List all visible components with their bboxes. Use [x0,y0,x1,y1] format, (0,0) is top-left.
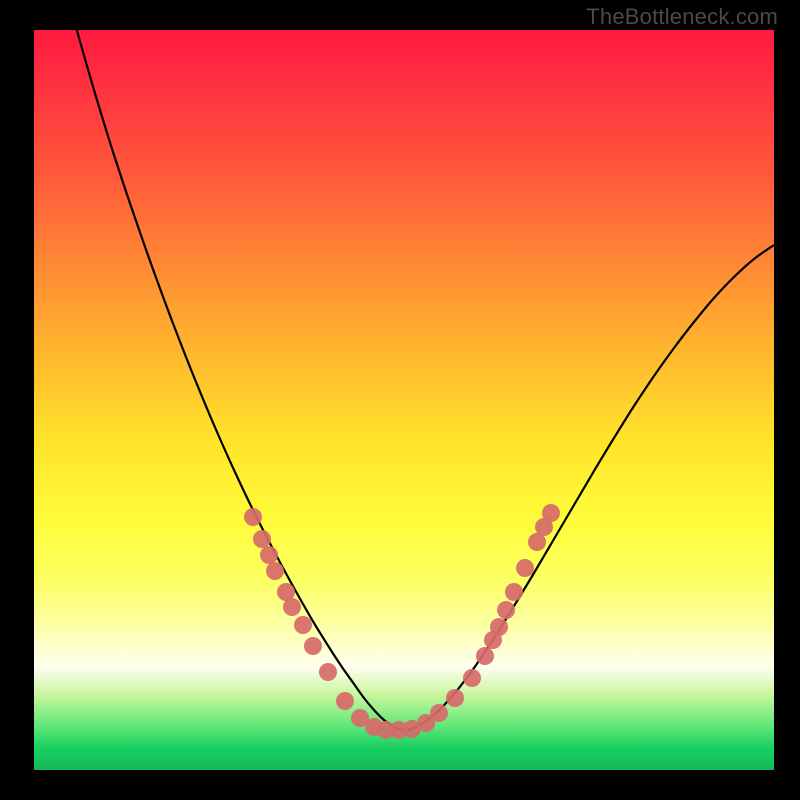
bottleneck-curve [74,30,774,730]
marker-dot [516,559,534,577]
marker-dot [336,692,354,710]
marker-dot [304,637,322,655]
marker-dot [253,530,271,548]
marker-dot [505,583,523,601]
curve-layer [34,30,774,770]
marker-dot [542,504,560,522]
marker-dot [244,508,262,526]
watermark-text: TheBottleneck.com [586,4,778,30]
marker-dot [430,704,448,722]
marker-dot [283,598,301,616]
chart-frame: TheBottleneck.com [0,0,800,800]
curve-path [74,30,774,730]
marker-dot [490,618,508,636]
marker-dot [266,562,284,580]
marker-dot [476,647,494,665]
marker-dot [260,546,278,564]
marker-group [244,504,560,739]
marker-dot [319,663,337,681]
marker-dot [446,689,464,707]
marker-dot [463,669,481,687]
marker-dot [294,616,312,634]
plot-area [34,30,774,770]
marker-dot [497,601,515,619]
